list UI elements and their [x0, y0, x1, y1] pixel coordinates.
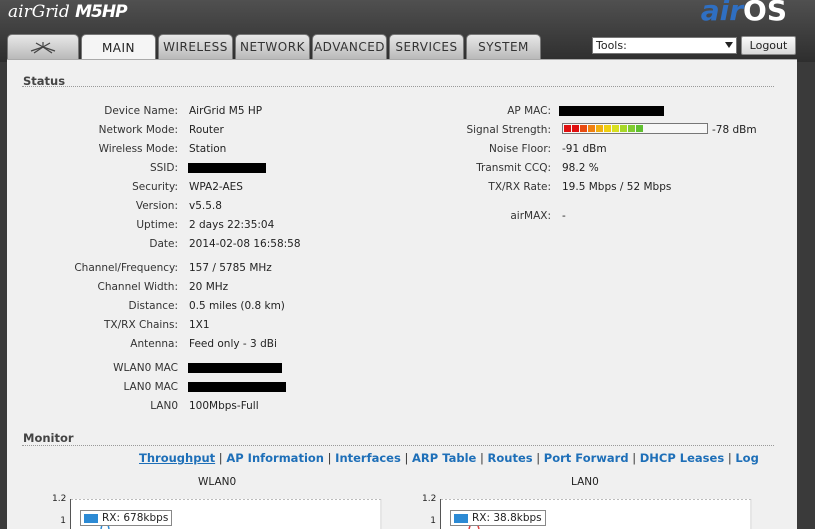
signal-strength-meter [562, 123, 708, 134]
status-label: Date: [149, 238, 178, 250]
tab-main[interactable]: MAIN [81, 34, 156, 61]
status-value: Router [189, 124, 224, 136]
status-label: Security: [132, 181, 178, 193]
status-value: 2014-02-08 16:58:58 [189, 238, 301, 250]
status-divider [22, 86, 774, 87]
monitor-link-dhcp-leases[interactable]: DHCP Leases [640, 451, 724, 465]
redacted-value [188, 382, 286, 392]
status-label: Wireless Mode: [98, 143, 178, 155]
signal-segment [604, 125, 611, 132]
status-value: 98.2 % [562, 162, 599, 174]
status-value: 20 MHz [189, 281, 229, 293]
status-label: airMAX: [510, 210, 551, 222]
status-value: 157 / 5785 MHz [189, 262, 272, 274]
airos-logo: airOS [700, 0, 787, 27]
status-label: Channel Width: [97, 281, 179, 293]
wlan0-rx-legend: RX: 678kbps [80, 510, 173, 526]
main-tab-bar: MAIN WIRELESS NETWORK ADVANCED SERVICES SYSTE… [7, 34, 543, 61]
lan0-rx-legend: RX: 38.8kbps [450, 510, 546, 526]
link-separator: | [323, 451, 336, 465]
status-label: Noise Floor: [489, 143, 551, 155]
signal-segment [628, 125, 635, 132]
link-separator: | [532, 451, 544, 465]
graph-title-lan0: LAN0 [571, 476, 599, 488]
status-value: 0.5 miles (0.8 km) [189, 300, 285, 312]
status-value: WPA2-AES [189, 181, 243, 193]
status-value: 1X1 [189, 319, 210, 331]
monitor-link-arp-table[interactable]: ARP Table [412, 451, 476, 465]
status-value: - [562, 210, 566, 222]
status-label: Network Mode: [98, 124, 178, 136]
status-value: Feed only - 3 dBi [189, 338, 277, 350]
rx-color-swatch [454, 513, 468, 523]
signal-segment [572, 125, 579, 132]
redacted-value [188, 363, 282, 373]
monitor-link-port-forward[interactable]: Port Forward [544, 451, 629, 465]
status-value: 2 days 22:35:04 [189, 219, 275, 231]
signal-segment [564, 125, 571, 132]
status-label: Channel/Frequency: [74, 262, 178, 274]
status-value: v5.5.8 [189, 200, 222, 212]
tab-ubnt[interactable] [7, 34, 79, 59]
link-separator: | [628, 451, 640, 465]
signal-segment [620, 125, 627, 132]
monitor-link-interfaces[interactable]: Interfaces [335, 451, 401, 465]
status-value: AirGrid M5 HP [189, 105, 263, 117]
status-label: Version: [135, 200, 178, 212]
tab-network[interactable]: NETWORK [235, 34, 310, 59]
monitor-nav: Throughput | AP Information | Interfaces… [139, 451, 759, 465]
tab-services[interactable]: SERVICES [389, 34, 464, 59]
graph-lan0-y-tick: 1 [430, 516, 436, 526]
signal-segment [588, 125, 595, 132]
status-label: LAN0 [150, 400, 178, 412]
status-label: SSID: [149, 162, 178, 174]
signal-segment [580, 125, 587, 132]
logout-button[interactable]: Logout [741, 36, 796, 55]
tools-select[interactable]: Tools: [592, 37, 737, 54]
status-label: Antenna: [130, 338, 178, 350]
redacted-value [559, 106, 664, 116]
status-label: TX/RX Rate: [488, 181, 551, 193]
graph-wlan0-y-tick: 1.2 [52, 494, 67, 504]
tab-wireless[interactable]: WIRELESS [158, 34, 233, 59]
tab-system[interactable]: SYSTEM [466, 34, 541, 59]
graph-wlan0-y-tick: 1 [60, 516, 66, 526]
ubiquiti-logo-icon [30, 42, 56, 54]
monitor-link-log[interactable]: Log [735, 451, 758, 465]
link-separator: | [400, 451, 413, 465]
chevron-down-icon [725, 42, 733, 48]
status-label: Transmit CCQ: [476, 162, 551, 174]
monitor-section-title: Monitor [23, 431, 74, 445]
signal-segment [612, 125, 619, 132]
signal-segment [596, 125, 603, 132]
signal-segment [636, 125, 643, 132]
status-label: AP MAC: [507, 105, 551, 117]
graph-title-wlan0: WLAN0 [198, 476, 237, 488]
signal-strength-value: -78 dBm [712, 124, 757, 136]
redacted-value [188, 163, 266, 173]
status-value: 100Mbps-Full [189, 400, 259, 412]
monitor-link-routes[interactable]: Routes [488, 451, 533, 465]
status-value: 19.5 Mbps / 52 Mbps [562, 181, 672, 193]
link-separator: | [215, 451, 227, 465]
status-label: Device Name: [104, 105, 178, 117]
tab-advanced[interactable]: ADVANCED [312, 34, 387, 59]
rx-color-swatch [84, 513, 98, 523]
status-label: Distance: [128, 300, 178, 312]
status-label: WLAN0 MAC [113, 362, 178, 374]
status-label: LAN0 MAC [123, 381, 178, 393]
status-label: Signal Strength: [466, 124, 551, 136]
status-label: Uptime: [136, 219, 178, 231]
graph-lan0-y-tick: 1.2 [422, 494, 437, 504]
monitor-link-throughput[interactable]: Throughput [139, 451, 215, 465]
product-logo: airGrid M5HP [8, 2, 128, 22]
status-value: -91 dBm [562, 143, 607, 155]
link-separator: | [476, 451, 488, 465]
monitor-divider [22, 445, 774, 446]
link-separator: | [724, 451, 736, 465]
status-value: Station [189, 143, 227, 155]
monitor-link-ap-information[interactable]: AP Information [226, 451, 324, 465]
status-label: TX/RX Chains: [104, 319, 178, 331]
